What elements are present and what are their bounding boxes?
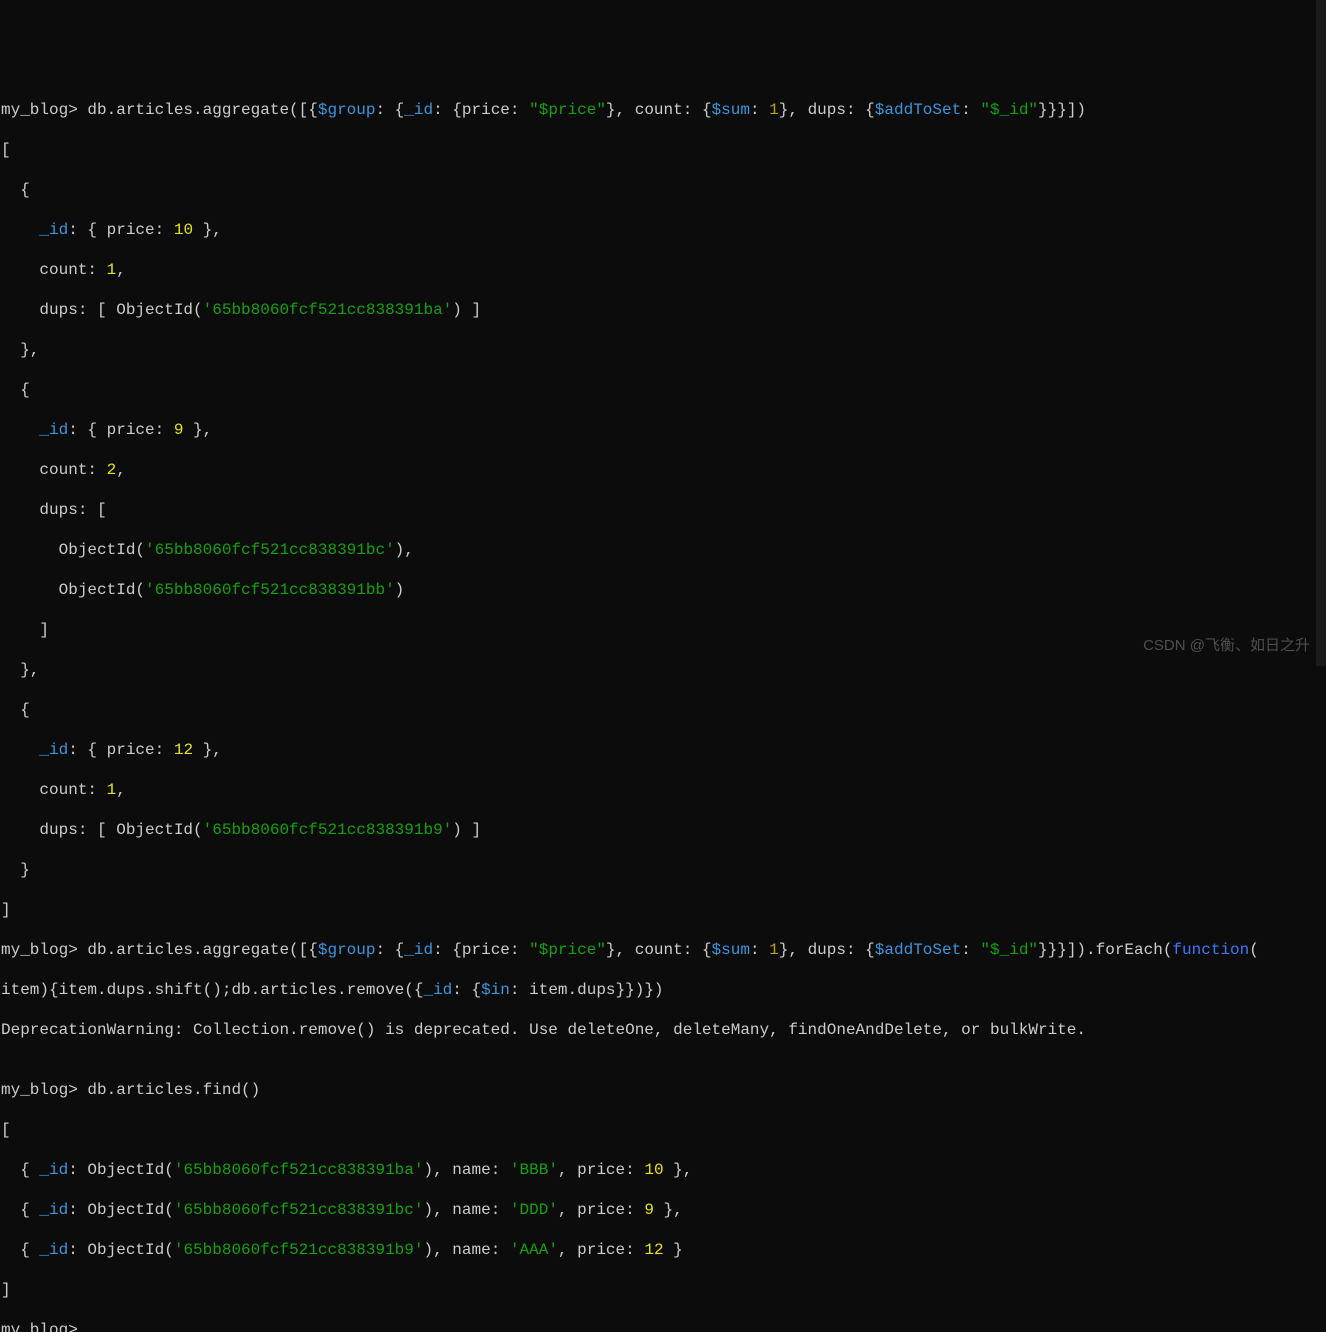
output-line: dups: [ ObjectId('65bb8060fcf521cc838391… [1,820,1315,840]
prompt: my_blog> [1,1081,78,1099]
output-line: { _id: ObjectId('65bb8060fcf521cc838391b… [1,1160,1315,1180]
output-line: ] [1,900,1315,920]
output-line: [ [1,1120,1315,1140]
output-line: { [1,700,1315,720]
scrollbar[interactable] [1316,0,1326,666]
output-line: }, [1,340,1315,360]
output-line: { [1,380,1315,400]
output-line: _id: { price: 10 }, [1,220,1315,240]
command-line-3: my_blog> db.articles.find() [1,1080,1315,1100]
command-line-1: my_blog> db.articles.aggregate([{$group:… [1,100,1315,120]
output-line: [ [1,140,1315,160]
prompt: my_blog> [1,1321,78,1332]
output-line: }, [1,660,1315,680]
terminal-output[interactable]: my_blog> db.articles.aggregate([{$group:… [0,80,1316,746]
output-line: { _id: ObjectId('65bb8060fcf521cc838391b… [1,1240,1315,1260]
output-line: dups: [ ObjectId('65bb8060fcf521cc838391… [1,300,1315,320]
prompt: my_blog> [1,101,78,119]
output-line: _id: { price: 9 }, [1,420,1315,440]
prompt: my_blog> [1,941,78,959]
prompt-line[interactable]: my_blog> [1,1320,1315,1332]
warning-line: DeprecationWarning: Collection.remove() … [1,1020,1315,1040]
output-line: count: 1, [1,260,1315,280]
output-line: ] [1,620,1315,640]
command-line-2: my_blog> db.articles.aggregate([{$group:… [1,940,1315,960]
output-line: } [1,860,1315,880]
output-line: { [1,180,1315,200]
output-line: ObjectId('65bb8060fcf521cc838391bb') [1,580,1315,600]
output-line: count: 2, [1,460,1315,480]
output-line: _id: { price: 12 }, [1,740,1315,760]
output-line: count: 1, [1,780,1315,800]
output-line: { _id: ObjectId('65bb8060fcf521cc838391b… [1,1200,1315,1220]
output-line: ] [1,1280,1315,1300]
output-line: ObjectId('65bb8060fcf521cc838391bc'), [1,540,1315,560]
command-line-2-cont: item){item.dups.shift();db.articles.remo… [1,980,1315,1000]
output-line: dups: [ [1,500,1315,520]
